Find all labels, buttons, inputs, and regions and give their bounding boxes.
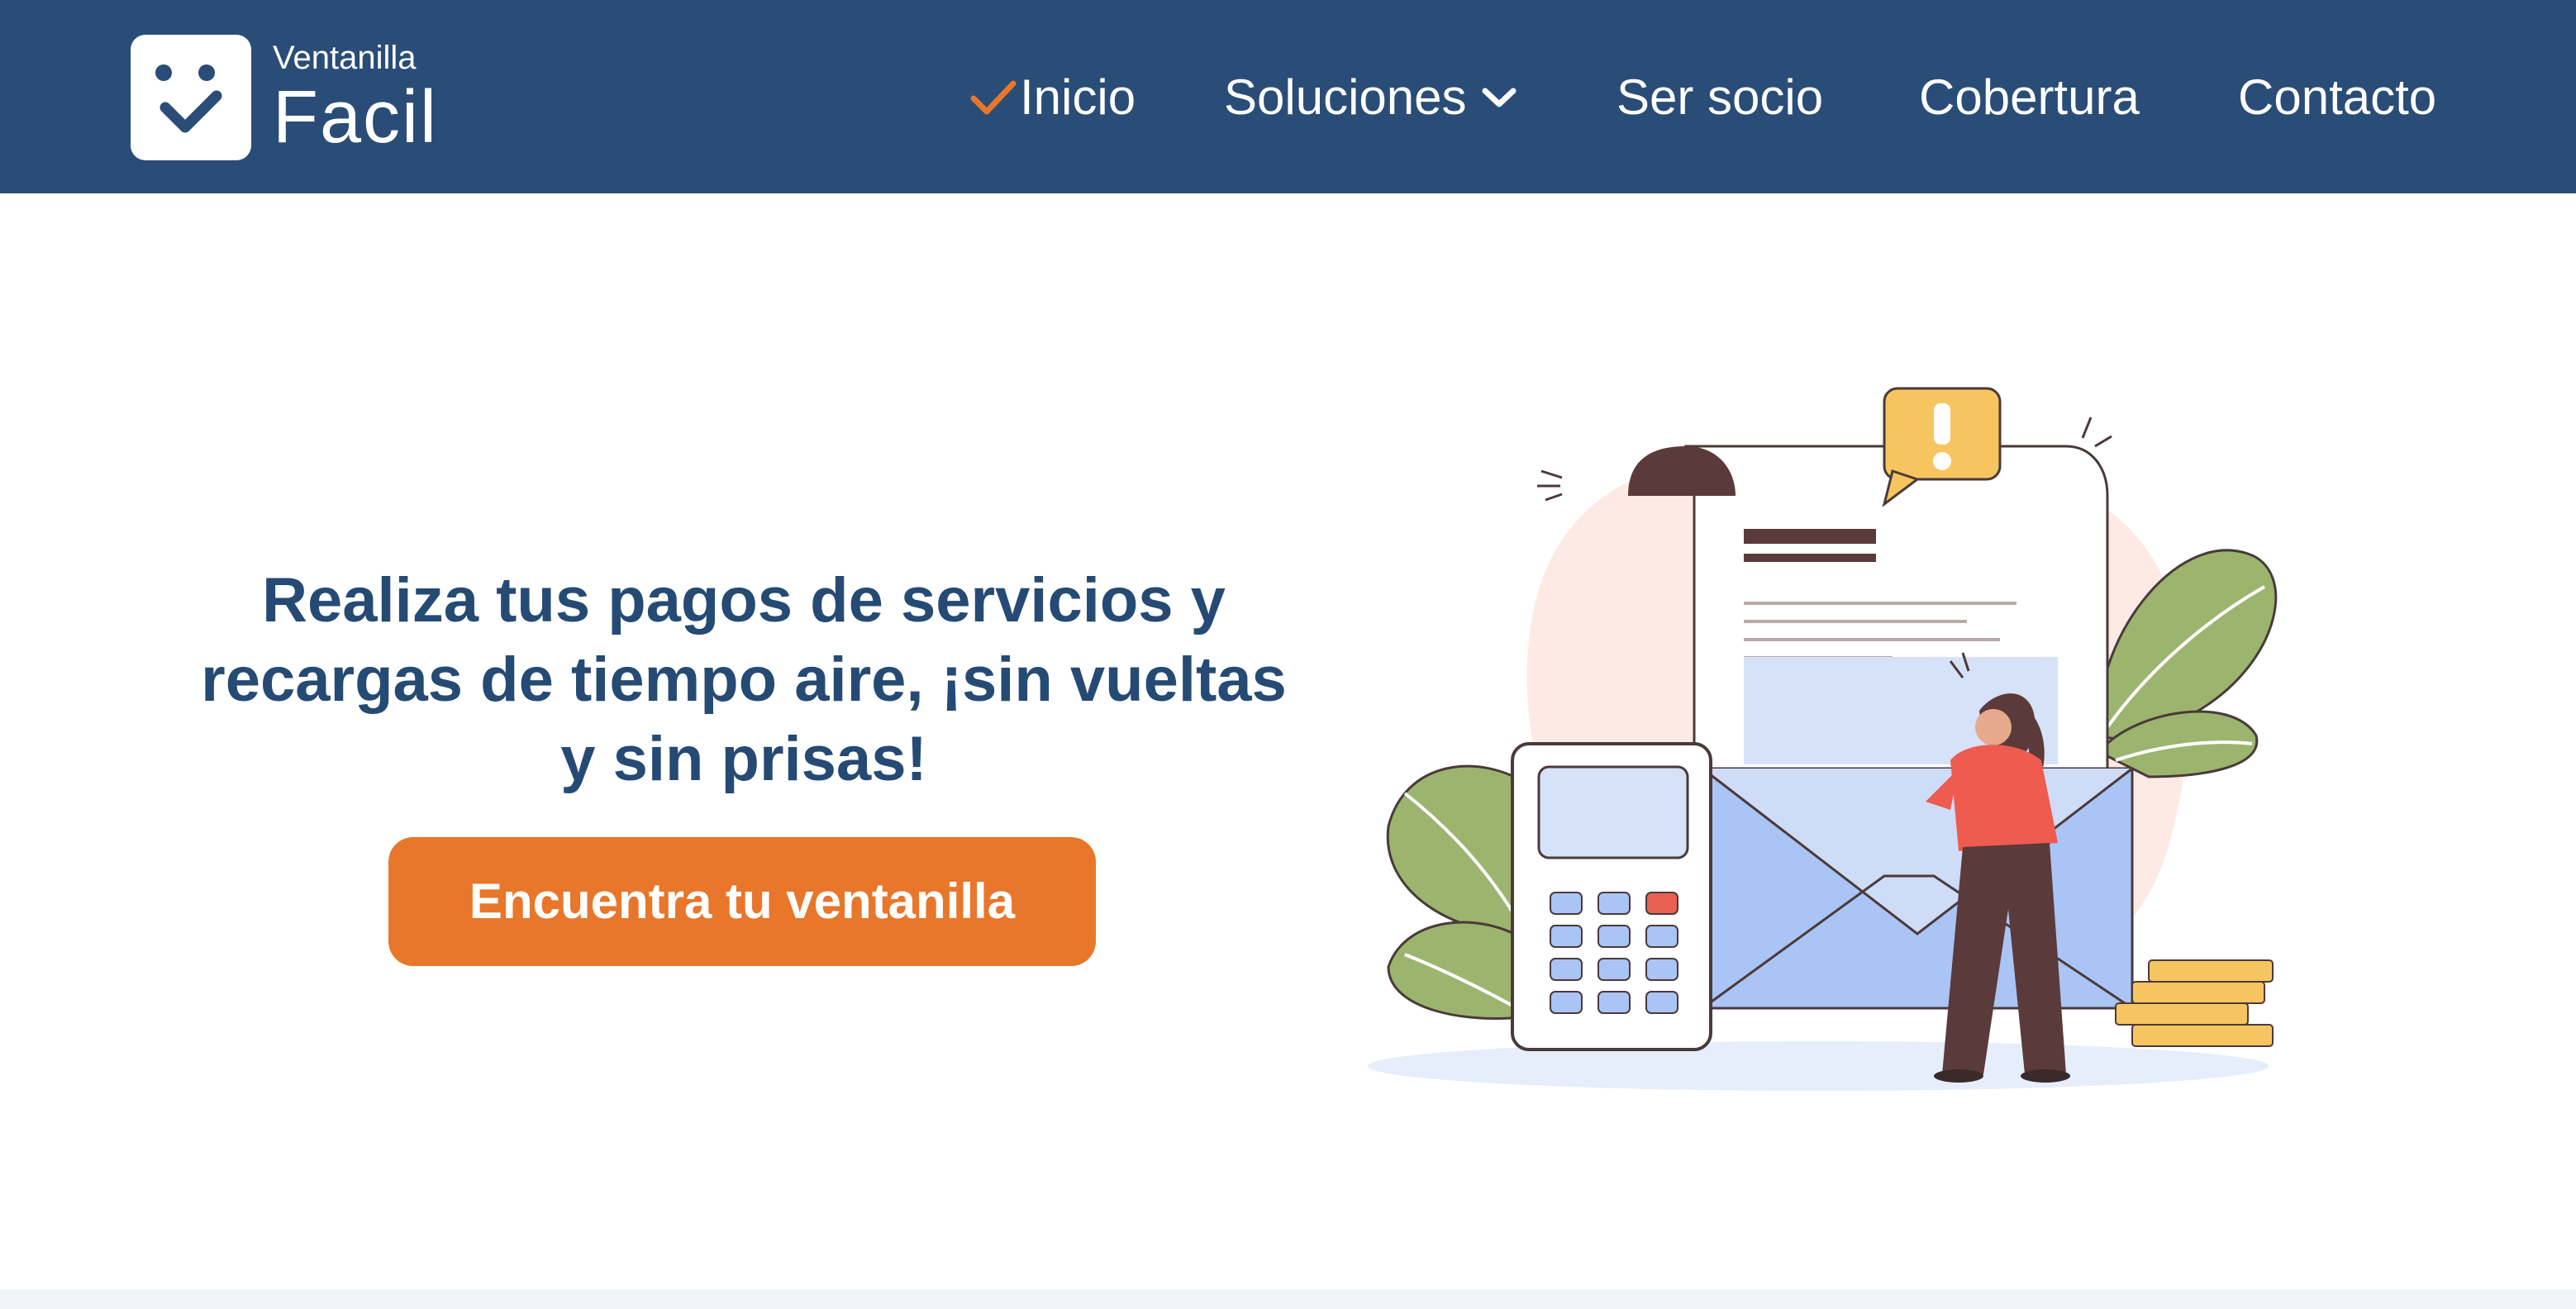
hero-title: Realiza tus pagos de servicios y recarga… bbox=[201, 564, 1287, 794]
logo-badge[interactable] bbox=[131, 35, 251, 160]
navbar: Ventanilla Facil Inicio Soluciones Ser s… bbox=[0, 0, 2576, 193]
nav-label-soluciones: Soluciones bbox=[1224, 69, 1467, 125]
nav-item-contacto[interactable]: Contacto bbox=[2238, 64, 2436, 131]
payment-illustration bbox=[1368, 387, 2278, 1091]
nav-label-cobertura: Cobertura bbox=[1919, 69, 2140, 125]
brand-name-small: Ventanilla bbox=[273, 40, 417, 76]
nav-item-ser-socio[interactable]: Ser socio bbox=[1617, 64, 1823, 131]
check-icon bbox=[970, 80, 1017, 115]
left-plant bbox=[1386, 764, 1531, 1020]
nav-label-inicio: Inicio bbox=[1020, 69, 1136, 125]
nav-label-contacto: Contacto bbox=[2238, 69, 2437, 125]
nav-item-soluciones[interactable]: Soluciones bbox=[1224, 64, 1520, 131]
envelope bbox=[1701, 767, 2134, 1010]
payment-terminal bbox=[1511, 742, 1712, 1051]
find-ventanilla-button[interactable]: Encuentra tu ventanilla bbox=[388, 837, 1096, 966]
coin-stack bbox=[2115, 959, 2274, 1047]
nav-label-ser-socio: Ser socio bbox=[1617, 69, 1824, 125]
brand-name-big: Facil bbox=[273, 76, 439, 159]
nav-item-inicio[interactable]: Inicio bbox=[969, 64, 1136, 131]
ground-shadow bbox=[1368, 1041, 2269, 1091]
chevron-down-icon bbox=[1482, 88, 1517, 107]
bottom-strip bbox=[0, 1289, 2576, 1309]
smiley-check-logo-icon bbox=[155, 64, 222, 133]
nav-item-cobertura[interactable]: Cobertura bbox=[1919, 64, 2140, 131]
